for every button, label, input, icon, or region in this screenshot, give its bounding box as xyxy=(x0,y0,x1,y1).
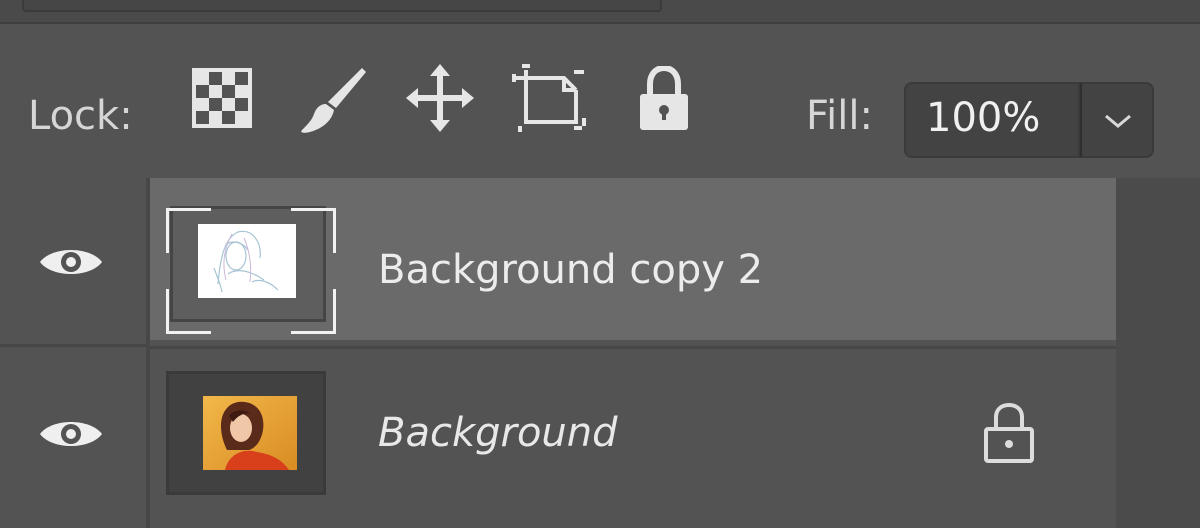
layer-lock-icon[interactable] xyxy=(982,401,1036,465)
lock-position-icon[interactable] xyxy=(406,64,474,132)
selection-corner xyxy=(166,208,211,253)
layer-name[interactable]: Background xyxy=(378,413,618,453)
lock-label: Lock: xyxy=(28,93,133,139)
layer-row-selected[interactable]: Background copy 2 xyxy=(150,178,1116,340)
thumbnail-image xyxy=(203,396,297,470)
fill-label: Fill: xyxy=(806,93,873,139)
fill-dropdown-button[interactable] xyxy=(1080,82,1154,158)
lock-toolbar: Lock: Fill: 100% xyxy=(0,24,1200,178)
thumbnail-image xyxy=(198,224,296,298)
selection-corner xyxy=(291,289,336,334)
layer-name[interactable]: Background copy 2 xyxy=(378,250,763,290)
lock-artboard-icon[interactable] xyxy=(512,64,588,134)
eye-icon[interactable] xyxy=(38,414,104,454)
layer-thumbnail[interactable] xyxy=(160,194,336,334)
scrollbar-track[interactable] xyxy=(1116,178,1200,528)
photo-image xyxy=(203,396,297,470)
sketch-image xyxy=(198,224,296,298)
fill-input[interactable]: 100% xyxy=(904,82,1080,158)
visibility-column xyxy=(0,178,150,528)
panel-top-field[interactable] xyxy=(22,0,662,12)
selection-corner xyxy=(166,289,211,334)
lock-transparent-pixels-icon[interactable] xyxy=(192,68,252,128)
row-divider xyxy=(0,344,146,347)
eye-icon[interactable] xyxy=(38,242,104,282)
fill-value[interactable]: 100% xyxy=(926,98,1040,138)
panel-top-strip xyxy=(0,0,1200,24)
selection-corner xyxy=(291,208,336,253)
chevron-down-icon xyxy=(1105,114,1131,128)
layer-row[interactable]: Background xyxy=(150,346,1116,525)
layers-list: Background copy 2 Background xyxy=(0,178,1200,528)
layer-thumbnail[interactable] xyxy=(166,371,326,495)
lock-all-icon[interactable] xyxy=(636,66,692,132)
lock-image-pixels-icon[interactable] xyxy=(296,62,372,138)
